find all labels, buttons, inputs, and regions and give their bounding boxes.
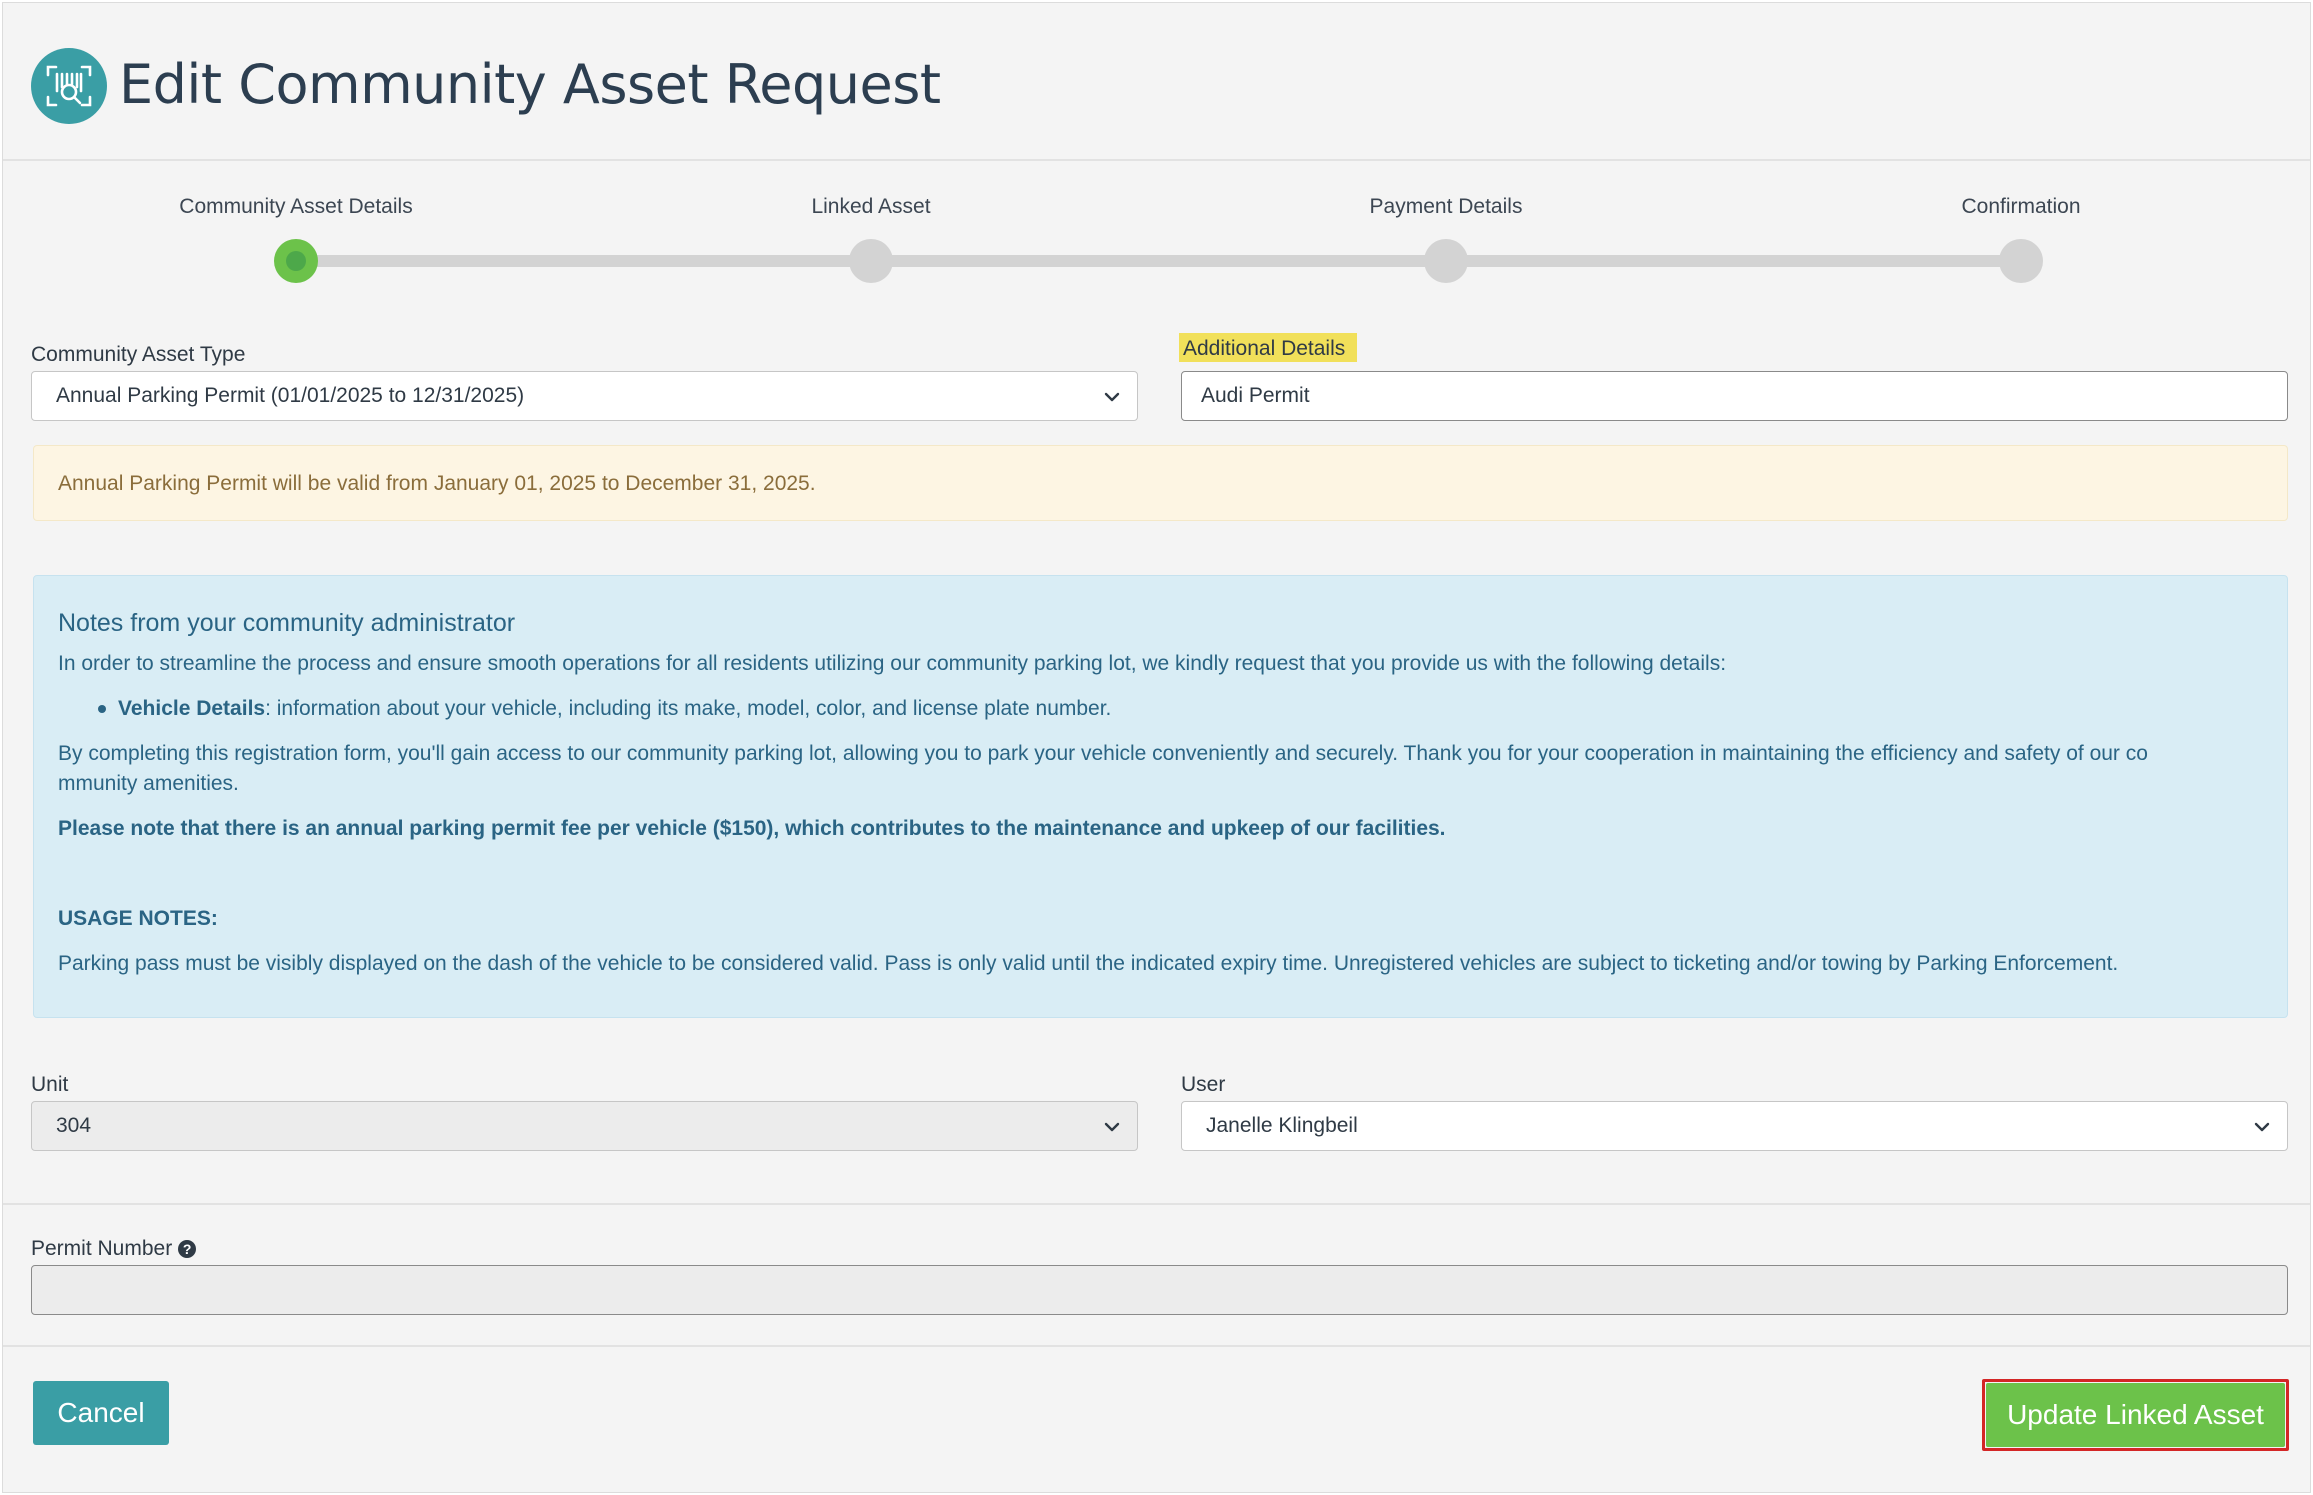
bullet-icon xyxy=(98,705,106,713)
barcode-scan-icon xyxy=(31,48,107,124)
asset-type-label: Community Asset Type xyxy=(31,343,246,366)
section-divider xyxy=(3,1203,2310,1205)
step-label: Payment Details xyxy=(1369,195,1523,218)
chevron-down-icon xyxy=(2254,1122,2270,1132)
additional-details-label-wrap: Additional Details xyxy=(1179,333,1358,362)
edit-request-card: Edit Community Asset Request Community A… xyxy=(2,2,2311,1493)
permit-number-label: Permit Number xyxy=(31,1237,173,1260)
step-label: Confirmation xyxy=(1961,195,2081,218)
page-header: Edit Community Asset Request xyxy=(3,3,2310,161)
permit-number-label-wrap: Permit Number? xyxy=(31,1237,197,1261)
fee-note: Please note that there is an annual park… xyxy=(58,817,1446,840)
stepper-track xyxy=(298,255,2023,267)
step-label: Community Asset Details xyxy=(179,195,413,218)
additional-details-input[interactable]: Audi Permit xyxy=(1181,371,2288,421)
permit-number-input[interactable] xyxy=(31,1265,2288,1315)
validity-notice: Annual Parking Permit will be valid from… xyxy=(33,445,2288,521)
user-label: User xyxy=(1181,1073,1226,1096)
notes-paragraph-line2: mmunity amenities. xyxy=(58,772,239,795)
chevron-down-icon xyxy=(1104,392,1120,402)
additional-details-label: Additional Details xyxy=(1179,333,1358,362)
usage-heading: USAGE NOTES: xyxy=(58,907,218,930)
notes-paragraph-line1: By completing this registration form, yo… xyxy=(58,742,2148,765)
bullet-text: : information about your vehicle, includ… xyxy=(265,697,1112,720)
user-select[interactable]: Janelle Klingbeil xyxy=(1181,1101,2288,1151)
step-label: Linked Asset xyxy=(811,195,931,218)
unit-label: Unit xyxy=(31,1073,69,1096)
step-indicator-active xyxy=(274,239,318,283)
asset-type-select[interactable]: Annual Parking Permit (01/01/2025 to 12/… xyxy=(31,371,1138,421)
cancel-button[interactable]: Cancel xyxy=(33,1381,169,1445)
asset-type-value: Annual Parking Permit (01/01/2025 to 12/… xyxy=(56,384,525,407)
footer-divider xyxy=(3,1345,2310,1347)
step-indicator xyxy=(1424,239,1468,283)
progress-stepper: Community Asset Details Linked Asset Pay… xyxy=(3,161,2310,291)
notes-title: Notes from your community administrator xyxy=(58,609,516,637)
notes-intro: In order to streamline the process and e… xyxy=(58,652,1727,675)
usage-text: Parking pass must be visibly displayed o… xyxy=(58,952,2119,975)
additional-details-value: Audi Permit xyxy=(1201,384,1310,407)
step-indicator xyxy=(1999,239,2043,283)
page-title: Edit Community Asset Request xyxy=(119,53,941,116)
chevron-down-icon xyxy=(1104,1122,1120,1132)
step-indicator xyxy=(849,239,893,283)
unit-select[interactable]: 304 xyxy=(31,1101,1138,1151)
unit-value: 304 xyxy=(56,1114,92,1137)
user-value: Janelle Klingbeil xyxy=(1206,1114,1358,1137)
bullet-bold: Vehicle Details xyxy=(118,697,266,720)
update-linked-asset-button[interactable]: Update Linked Asset xyxy=(1986,1383,2285,1447)
notes-bullet: Vehicle Details: information about your … xyxy=(118,694,1111,724)
question-circle-icon[interactable]: ? xyxy=(178,1240,197,1258)
admin-notes-panel: Notes from your community administrator … xyxy=(33,575,2288,1018)
